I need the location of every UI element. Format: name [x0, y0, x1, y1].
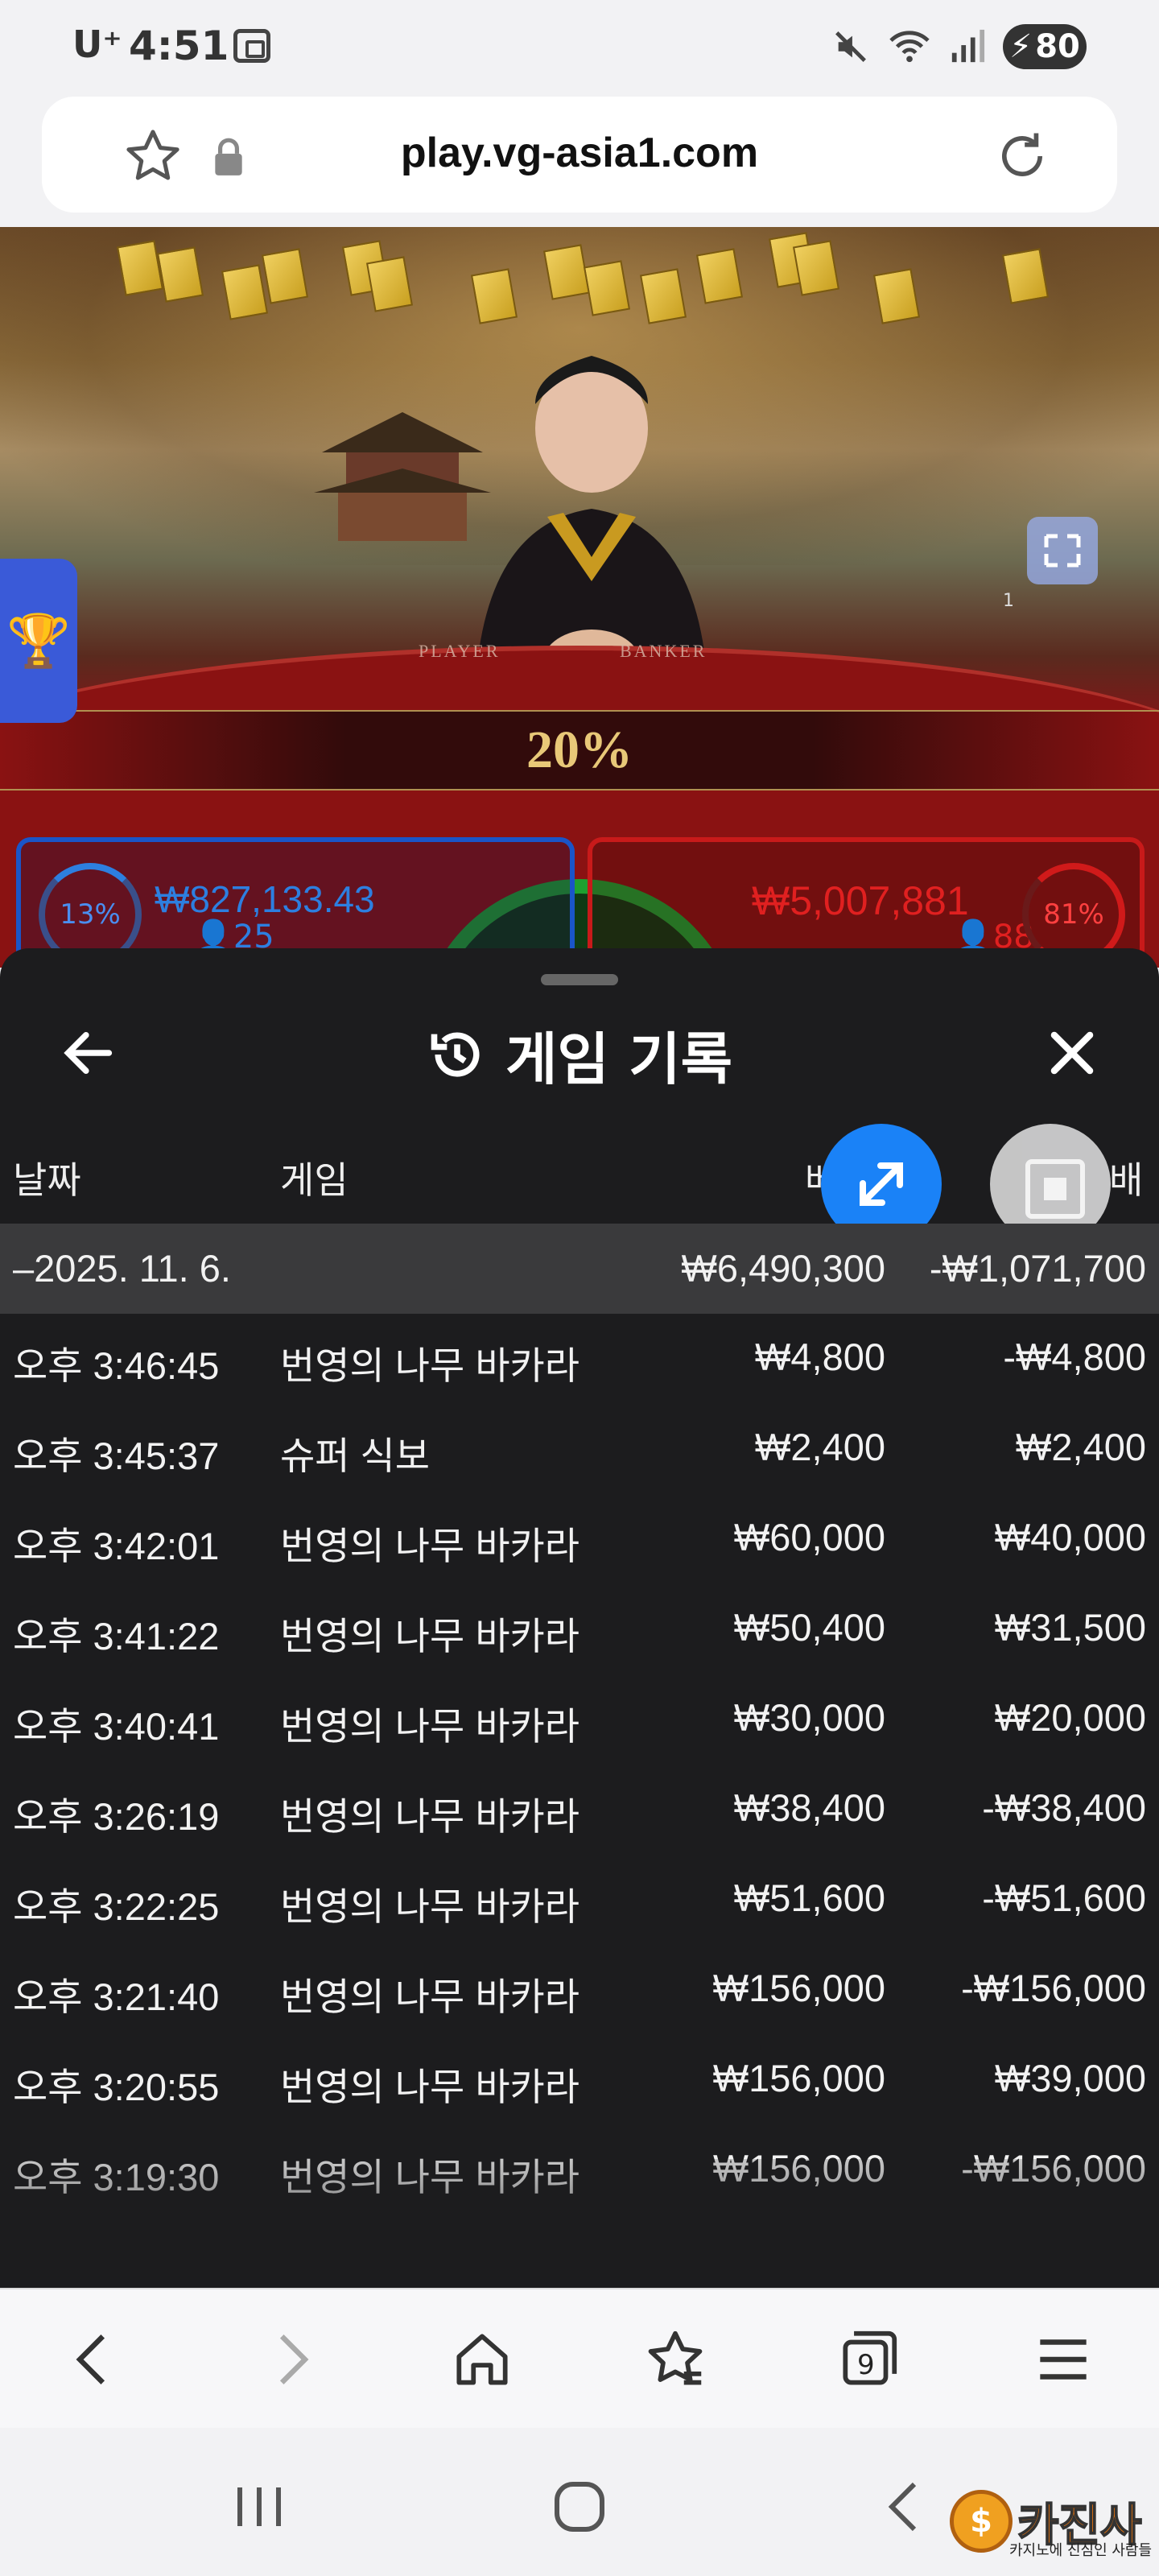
row-bet-amount: ₩60,000	[733, 1516, 885, 1558]
row-payout-amount: -₩51,600	[982, 1876, 1146, 1919]
row-bet-amount: ₩4,800	[755, 1335, 885, 1378]
battery-indicator: ⚡ 80	[1003, 24, 1087, 69]
player-total-amount: ₩827,133.43	[155, 878, 375, 920]
banker-total-amount: ₩5,007,881	[752, 878, 969, 923]
column-header-payout[interactable]: 배	[1109, 1151, 1143, 1204]
row-payout-amount: ₩2,400	[1016, 1426, 1146, 1468]
player-percentage: 13%	[60, 898, 121, 931]
battery-level: 80	[1035, 28, 1080, 65]
date-group-label: –2025. 11. 6.	[13, 1247, 231, 1290]
row-bet-amount: ₩30,000	[733, 1696, 885, 1739]
history-row[interactable]: 오후 3:21:40 번영의 나무 바카라 ₩156,000 -₩156,000	[0, 1945, 1159, 2035]
row-game-name: 번영의 나무 바카라	[280, 2066, 580, 2108]
row-payout-amount: -₩38,400	[982, 1786, 1146, 1829]
browser-back-icon[interactable]	[60, 2325, 129, 2394]
history-row[interactable]: 오후 3:41:22 번영의 나무 바카라 ₩50,400 ₩31,500	[0, 1584, 1159, 1674]
screenshot-icon	[233, 29, 270, 63]
row-payout-amount: ₩39,000	[994, 2057, 1146, 2099]
clock: 4:51	[129, 23, 229, 69]
date-group-payout-total: -₩1,071,700	[929, 1247, 1146, 1290]
wifi-icon	[889, 31, 930, 63]
carrier-label: U⁺	[72, 23, 122, 66]
row-bet-amount: ₩38,400	[733, 1786, 885, 1829]
row-payout-amount: -₩4,800	[1003, 1335, 1146, 1378]
trophy-icon: 🏆	[6, 611, 71, 671]
tabs-button[interactable]: 9	[834, 2325, 903, 2394]
date-group-row[interactable]: –2025. 11. 6. ₩6,490,300 -₩1,071,700	[0, 1224, 1159, 1314]
felt-banker-label: BANKER	[620, 641, 707, 661]
mute-icon	[835, 31, 866, 62]
row-time: 오후 3:46:45	[13, 1344, 220, 1387]
history-row[interactable]: 오후 3:46:45 번영의 나무 바카라 ₩4,800 -₩4,800	[0, 1314, 1159, 1404]
row-bet-amount: ₩156,000	[712, 2057, 885, 2099]
column-header-game[interactable]: 게임	[280, 1151, 349, 1204]
banker-percentage: 81%	[1043, 898, 1104, 931]
signal-icon	[951, 29, 985, 63]
row-bet-amount: ₩51,600	[733, 1876, 885, 1919]
row-game-name: 번영의 나무 바카라	[280, 1615, 580, 1657]
history-row[interactable]: 오후 3:40:41 번영의 나무 바카라 ₩30,000 ₩20,000	[0, 1674, 1159, 1765]
felt-player-label: PLAYER	[419, 641, 501, 661]
ratio-text: 20%	[526, 720, 633, 779]
row-game-name: 번영의 나무 바카라	[280, 1885, 580, 1928]
history-row[interactable]: 오후 3:42:01 번영의 나무 바카라 ₩60,000 ₩40,000	[0, 1494, 1159, 1584]
history-row[interactable]: 오후 3:20:55 번영의 나무 바카라 ₩156,000 ₩39,000	[0, 2035, 1159, 2125]
history-row[interactable]: 오후 3:45:37 슈퍼 식보 ₩2,400 ₩2,400	[0, 1404, 1159, 1494]
fullscreen-button[interactable]	[1027, 517, 1098, 584]
row-game-name: 번영의 나무 바카라	[280, 1705, 580, 1748]
sheet-drag-handle[interactable]	[541, 974, 618, 985]
row-time: 오후 3:45:37	[13, 1435, 220, 1477]
row-time: 오후 3:21:40	[13, 1975, 220, 2018]
row-game-name: 번영의 나무 바카라	[280, 1795, 580, 1838]
browser-forward-icon[interactable]	[256, 2325, 325, 2394]
list-fade-overlay	[0, 2159, 1159, 2288]
row-time: 오후 3:26:19	[13, 1795, 220, 1838]
home-icon[interactable]	[448, 2325, 517, 2394]
bookmarks-icon[interactable]	[641, 2325, 710, 2394]
row-game-name: 슈퍼 식보	[280, 1435, 431, 1477]
trophy-tab[interactable]: 🏆	[0, 559, 77, 723]
row-payout-amount: ₩31,500	[994, 1606, 1146, 1649]
row-bet-amount: ₩50,400	[733, 1606, 885, 1649]
row-time: 오후 3:42:01	[13, 1525, 220, 1567]
browser-toolbar: 9	[0, 2288, 1159, 2428]
close-icon[interactable]	[1041, 1022, 1103, 1084]
url-bar[interactable]: play.vg-asia1.com	[42, 97, 1117, 213]
row-payout-amount: ₩20,000	[994, 1696, 1146, 1739]
row-time: 오후 3:22:25	[13, 1885, 220, 1928]
row-game-name: 번영의 나무 바카라	[280, 1975, 580, 2018]
watermark-tagline: 카지노에 진심인 사람들	[1009, 2542, 1153, 2559]
date-group-bet-total: ₩6,490,300	[681, 1247, 885, 1290]
tabs-count: 9	[857, 2349, 875, 2381]
menu-icon[interactable]	[1029, 2325, 1098, 2394]
row-bet-amount: ₩156,000	[712, 1967, 885, 2009]
history-row[interactable]: 오후 3:22:25 번영의 나무 바카라 ₩51,600 -₩51,600	[0, 1855, 1159, 1945]
recent-apps-icon[interactable]	[227, 2478, 291, 2536]
site-watermark-logo: $ 카진사 카지노에 진심인 사람들	[950, 2481, 1152, 2562]
row-payout-amount: ₩40,000	[994, 1516, 1146, 1558]
history-row[interactable]: 오후 3:26:19 번영의 나무 바카라 ₩38,400 -₩38,400	[0, 1765, 1159, 1855]
system-back-icon[interactable]	[872, 2478, 937, 2536]
sheet-title: 게임 기록	[505, 1026, 732, 1092]
coin-icon: $	[950, 2490, 1013, 2553]
row-payout-amount: -₩156,000	[961, 1967, 1146, 2009]
history-icon	[431, 1032, 480, 1077]
row-game-name: 번영의 나무 바카라	[280, 1525, 580, 1567]
url-text[interactable]: play.vg-asia1.com	[42, 129, 1117, 177]
row-time: 오후 3:20:55	[13, 2066, 220, 2108]
row-bet-amount: ₩2,400	[755, 1426, 885, 1468]
charging-bolt-icon: ⚡	[1009, 28, 1033, 65]
expand-icon	[1044, 534, 1081, 568]
fullscreen-counter: 1	[1003, 591, 1014, 611]
game-history-sheet: 게임 기록 날짜 게임 베 배 –2025. 11. 6. ₩6,490,300…	[0, 948, 1159, 2288]
status-bar: U⁺ 4:51 ⚡ 80	[0, 0, 1159, 89]
row-game-name: 번영의 나무 바카라	[280, 1344, 580, 1387]
live-game-video[interactable]: PLAYER BANKER 20% 13% ₩827,133.43 👤25 ₩5…	[0, 227, 1159, 968]
row-time: 오후 3:41:22	[13, 1615, 220, 1657]
reload-icon[interactable]	[992, 126, 1053, 187]
column-header-date[interactable]: 날짜	[13, 1151, 81, 1204]
row-time: 오후 3:40:41	[13, 1705, 220, 1748]
home-button-icon[interactable]	[547, 2478, 612, 2536]
